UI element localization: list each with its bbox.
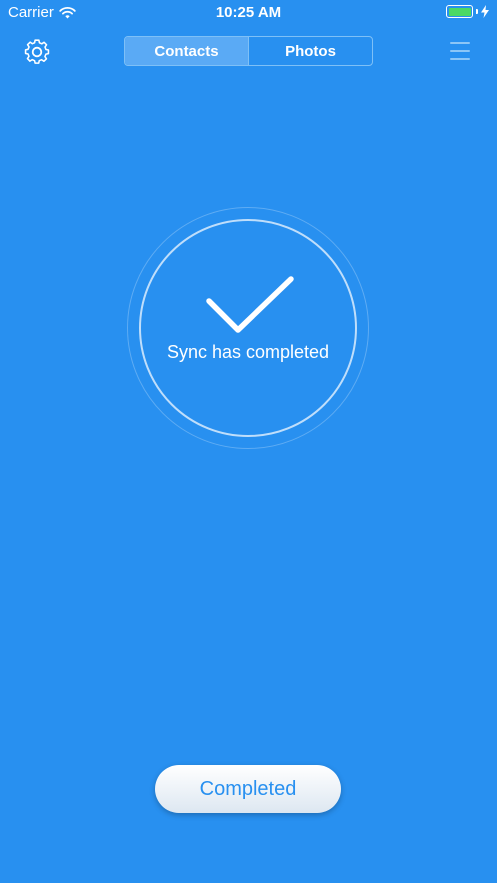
sync-status-message: Sync has completed [166, 342, 330, 362]
menu-button[interactable] [450, 42, 470, 60]
segmented-control: Contacts Photos [124, 36, 373, 66]
hamburger-menu-icon-line [450, 58, 470, 60]
hamburger-menu-icon-line [450, 50, 470, 52]
battery-level [448, 7, 471, 16]
checkmark-icon [206, 276, 294, 333]
tab-photos[interactable]: Photos [248, 37, 372, 65]
battery-tip [476, 9, 478, 14]
completed-button[interactable]: Completed [155, 765, 341, 813]
charging-bolt-icon [481, 5, 489, 18]
sync-screen: Carrier 10:25 AM Contacts Photos Sync ha… [0, 0, 497, 883]
gear-icon [24, 39, 50, 64]
battery-indicator [446, 5, 489, 18]
battery-icon [446, 5, 473, 18]
settings-button[interactable] [23, 38, 51, 66]
status-bar: Carrier 10:25 AM [0, 0, 497, 26]
hamburger-menu-icon-line [450, 42, 470, 44]
tab-contacts[interactable]: Contacts [125, 37, 248, 65]
status-time: 10:25 AM [215, 4, 282, 21]
navigation-bar: Contacts Photos [0, 32, 497, 70]
